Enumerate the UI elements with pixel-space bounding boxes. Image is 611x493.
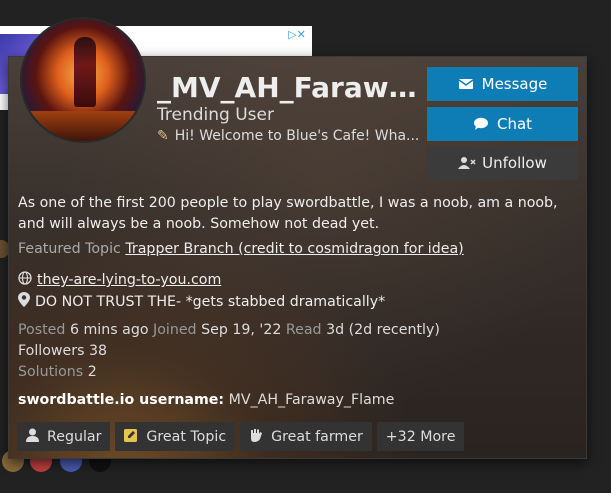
avatar-fire bbox=[22, 111, 144, 141]
user-stats: Posted 6 mins ago Joined Sep 19, '22 Rea… bbox=[18, 320, 440, 383]
pen-square-icon bbox=[124, 428, 138, 445]
unfollow-button[interactable]: Unfollow bbox=[427, 146, 578, 180]
custom-field-value: MV_AH_Faraway_Flame bbox=[228, 392, 395, 408]
avatar-figure bbox=[74, 37, 96, 107]
joined-value: Sep 19, '22 bbox=[201, 322, 282, 338]
custom-field-label: swordbattle.io username: bbox=[18, 392, 225, 408]
read-value: 3d (2d recently) bbox=[326, 322, 440, 338]
message-button[interactable]: Message bbox=[427, 67, 578, 101]
user-bio: As one of the first 200 people to play s… bbox=[18, 195, 558, 232]
badge-label: +32 More bbox=[385, 428, 456, 445]
badge-label: Great farmer bbox=[271, 428, 363, 445]
followers-count: 38 bbox=[88, 343, 108, 359]
custom-field: swordbattle.io username: MV_AH_Faraway_F… bbox=[18, 392, 394, 408]
user-times-icon bbox=[458, 156, 476, 170]
message-label: Message bbox=[481, 75, 548, 93]
unfollow-label: Unfollow bbox=[482, 154, 547, 172]
user-avatar[interactable] bbox=[20, 17, 146, 143]
user-title: Trending User bbox=[157, 105, 274, 125]
envelope-icon bbox=[458, 77, 474, 91]
posted-label: Posted bbox=[18, 322, 66, 338]
joined-label: Joined bbox=[153, 322, 197, 338]
activity-line: Posted 6 mins ago Joined Sep 19, '22 Rea… bbox=[18, 320, 440, 341]
badge-great-farmer[interactable]: Great farmer bbox=[240, 422, 372, 451]
badge-regular[interactable]: Regular bbox=[17, 422, 111, 451]
location-text: DO NOT TRUST THE- *gets stabbed dramatic… bbox=[35, 293, 386, 310]
user-website: they-are-lying-to-you.com bbox=[18, 271, 221, 289]
solutions-label: Solutions bbox=[18, 364, 84, 380]
chat-button[interactable]: Chat bbox=[427, 107, 578, 141]
status-text: Hi! Welcome to Blue's Cafe! Wha... bbox=[174, 128, 420, 144]
solutions-line: Solutions 2 bbox=[18, 362, 440, 383]
followers-line[interactable]: Followers 38 bbox=[18, 341, 440, 362]
map-marker-icon bbox=[18, 292, 30, 311]
adchoices-icon[interactable]: ▷✕ bbox=[284, 28, 310, 42]
certificate-icon bbox=[249, 428, 263, 446]
user-location: DO NOT TRUST THE- *gets stabbed dramatic… bbox=[18, 292, 385, 311]
badge-label: Regular bbox=[47, 428, 102, 445]
user-icon bbox=[26, 428, 39, 445]
website-link[interactable]: they-are-lying-to-you.com bbox=[37, 272, 221, 288]
user-status: ✎ Hi! Welcome to Blue's Cafe! Wha... bbox=[157, 128, 423, 144]
solutions-count: 2 bbox=[87, 364, 97, 380]
user-card: _MV_AH_Farawa... Trending User ✎ Hi! Welc… bbox=[8, 17, 587, 459]
badge-great-topic[interactable]: Great Topic bbox=[115, 422, 236, 451]
featured-topic-label: Featured Topic bbox=[18, 241, 121, 257]
pencil-icon: ✎ bbox=[157, 128, 169, 144]
posted-value: 6 mins ago bbox=[69, 322, 149, 338]
followers-label: Followers bbox=[18, 343, 85, 359]
more-badges-button[interactable]: +32 More bbox=[376, 422, 465, 451]
chat-label: Chat bbox=[496, 115, 533, 133]
featured-topic-link[interactable]: Trapper Branch (credit to cosmidragon fo… bbox=[125, 241, 463, 257]
badge-label: Great Topic bbox=[146, 428, 227, 445]
username[interactable]: _MV_AH_Farawa... bbox=[157, 71, 427, 104]
globe-icon bbox=[18, 271, 32, 289]
read-label: Read bbox=[285, 322, 322, 338]
featured-topic: Featured Topic Trapper Branch (credit to… bbox=[18, 241, 464, 257]
badge-list: Regular Great Topic Great farmer +32 Mor… bbox=[17, 422, 465, 451]
comment-icon bbox=[473, 117, 489, 131]
